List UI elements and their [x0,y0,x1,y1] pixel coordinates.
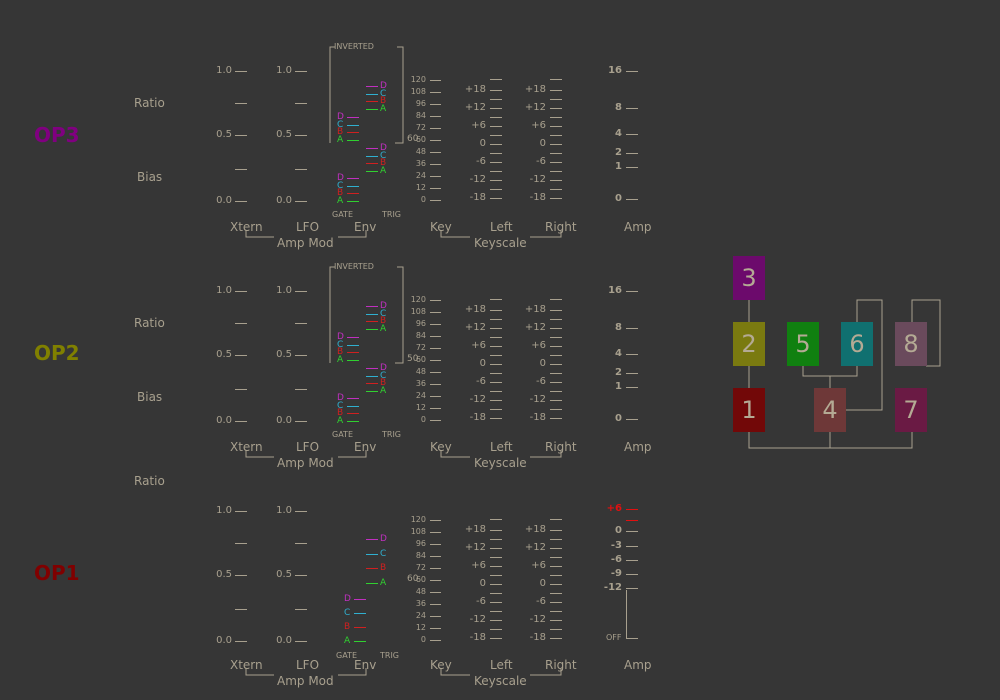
algorithm-operator-8[interactable]: 8 [895,322,927,366]
algorithm-operator-4[interactable]: 4 [814,388,846,432]
operator-number: 1 [741,396,757,424]
operator-number: 5 [795,330,811,358]
operator-number: 7 [903,396,919,424]
operator-number: 4 [822,396,838,424]
operator-number: 2 [741,330,757,358]
algorithm-operator-1[interactable]: 1 [733,388,765,432]
operator-number: 8 [903,330,919,358]
algorithm-operator-5[interactable]: 5 [787,322,819,366]
algorithm-operator-6[interactable]: 6 [841,322,873,366]
algorithm-operator-7[interactable]: 7 [895,388,927,432]
operator-number: 6 [849,330,865,358]
operator-number: 3 [741,264,757,292]
algorithm-operator-2[interactable]: 2 [733,322,765,366]
algorithm-operator-3[interactable]: 3 [733,256,765,300]
